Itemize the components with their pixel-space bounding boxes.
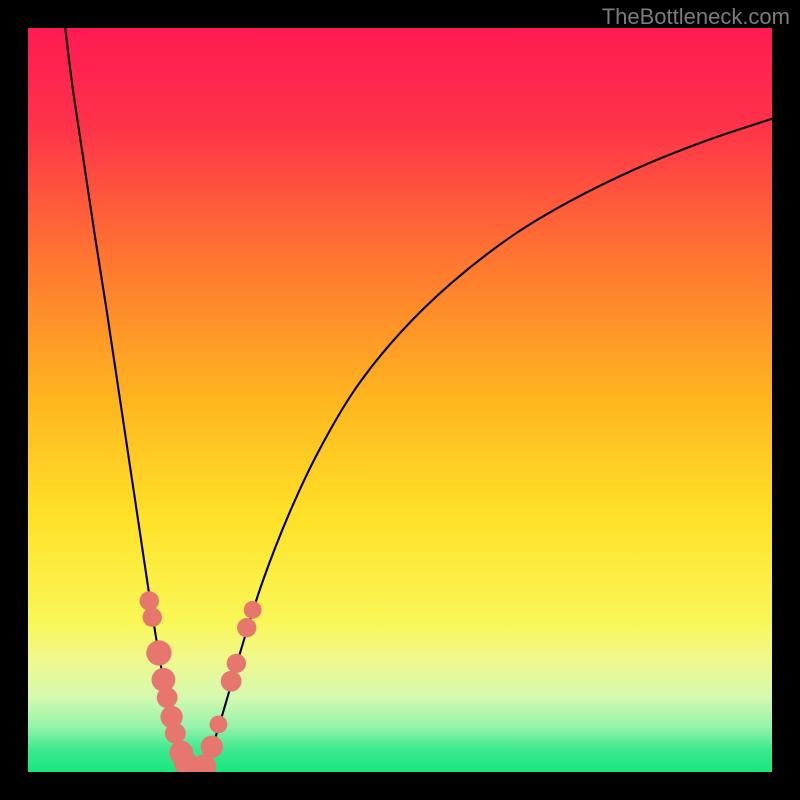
- marker-dot: [201, 736, 223, 758]
- marker-dot: [227, 654, 246, 673]
- marker-dot: [221, 671, 242, 692]
- marker-dot: [237, 618, 256, 637]
- outer-frame: TheBottleneck.com: [0, 0, 800, 800]
- marker-dot: [146, 640, 171, 665]
- marker-dot: [210, 715, 228, 733]
- watermark-text: TheBottleneck.com: [602, 4, 790, 30]
- chart-svg: [28, 28, 772, 772]
- marker-dot: [165, 723, 186, 744]
- marker-dot: [157, 687, 178, 708]
- gradient-bg: [28, 28, 772, 772]
- plot-area: [28, 28, 772, 772]
- marker-dot: [140, 591, 159, 610]
- marker-dot: [143, 608, 162, 627]
- marker-dot: [244, 601, 262, 619]
